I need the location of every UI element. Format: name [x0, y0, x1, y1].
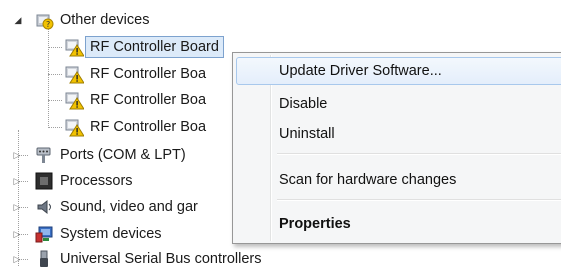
expand-arrow-icon[interactable]: ▷ [12, 195, 22, 219]
device-warning-icon [64, 37, 85, 57]
menu-item-label: Uninstall [279, 126, 335, 142]
tree-item-sound-video-game[interactable]: Sound, video and gar [34, 195, 198, 219]
tree-item-label: RF Controller Boa [90, 119, 207, 135]
device-warning-icon [64, 64, 85, 84]
menu-item-label: Disable [279, 96, 328, 112]
tree-item-label: RF Controller Boa [90, 66, 207, 82]
properties-menu-item[interactable]: Properties [233, 210, 561, 238]
tree-item-ports[interactable]: Ports (COM & LPT) [34, 143, 186, 167]
menu-item-label: Scan for hardware changes [279, 172, 457, 188]
tree-item-label: RF Controller Boa [90, 92, 207, 108]
tree-item-rf-controller-board[interactable]: RF Controller Board [64, 35, 224, 59]
expand-arrow-icon[interactable]: ▷ [12, 143, 22, 167]
expand-arrow-icon[interactable]: ▷ [12, 169, 22, 193]
update-driver-menu-item[interactable]: Update Driver Software... [236, 57, 561, 85]
device-warning-icon [64, 117, 85, 137]
svg-text:?: ? [46, 20, 50, 29]
processor-chip-icon [34, 171, 54, 191]
disable-menu-item[interactable]: Disable [233, 90, 561, 118]
menu-separator [277, 153, 561, 155]
system-devices-icon [34, 224, 54, 244]
unknown-device-category-icon: ? [34, 10, 54, 30]
expand-arrow-icon[interactable]: ▷ [12, 222, 22, 246]
expand-arrow-icon[interactable]: ▷ [12, 247, 22, 271]
tree-item-label: System devices [60, 226, 162, 242]
tree-item-label: Ports (COM & LPT) [60, 147, 186, 163]
device-warning-icon [64, 90, 85, 110]
menu-item-label: Update Driver Software... [279, 63, 442, 79]
tree-item-system-devices[interactable]: System devices [34, 222, 162, 246]
uninstall-menu-item[interactable]: Uninstall [233, 120, 561, 148]
tree-item-rf-controller-board[interactable]: RF Controller Boa [64, 62, 206, 86]
tree-item-usb-controllers[interactable]: Universal Serial Bus controllers [34, 247, 261, 271]
context-menu: Update Driver Software... Disable Uninst… [232, 52, 561, 244]
tree-item-processors[interactable]: Processors [34, 169, 133, 193]
scan-hardware-menu-item[interactable]: Scan for hardware changes [233, 166, 561, 194]
tree-item-label: Processors [60, 173, 133, 189]
usb-icon [34, 249, 54, 269]
collapse-arrow-icon[interactable]: ◢ [13, 8, 23, 32]
tree-item-other-devices[interactable]: ? Other devices [34, 8, 149, 32]
tree-item-label: Sound, video and gar [60, 199, 198, 215]
tree-item-rf-controller-board[interactable]: RF Controller Boa [64, 115, 206, 139]
menu-item-label: Properties [279, 216, 351, 232]
port-connector-icon [34, 145, 54, 165]
tree-item-label: RF Controller Board [85, 36, 224, 58]
tree-item-label: Universal Serial Bus controllers [60, 251, 262, 267]
tree-item-label: Other devices [60, 12, 150, 28]
speaker-icon [34, 197, 54, 217]
tree-item-rf-controller-board[interactable]: RF Controller Boa [64, 88, 206, 112]
menu-separator [277, 199, 561, 201]
